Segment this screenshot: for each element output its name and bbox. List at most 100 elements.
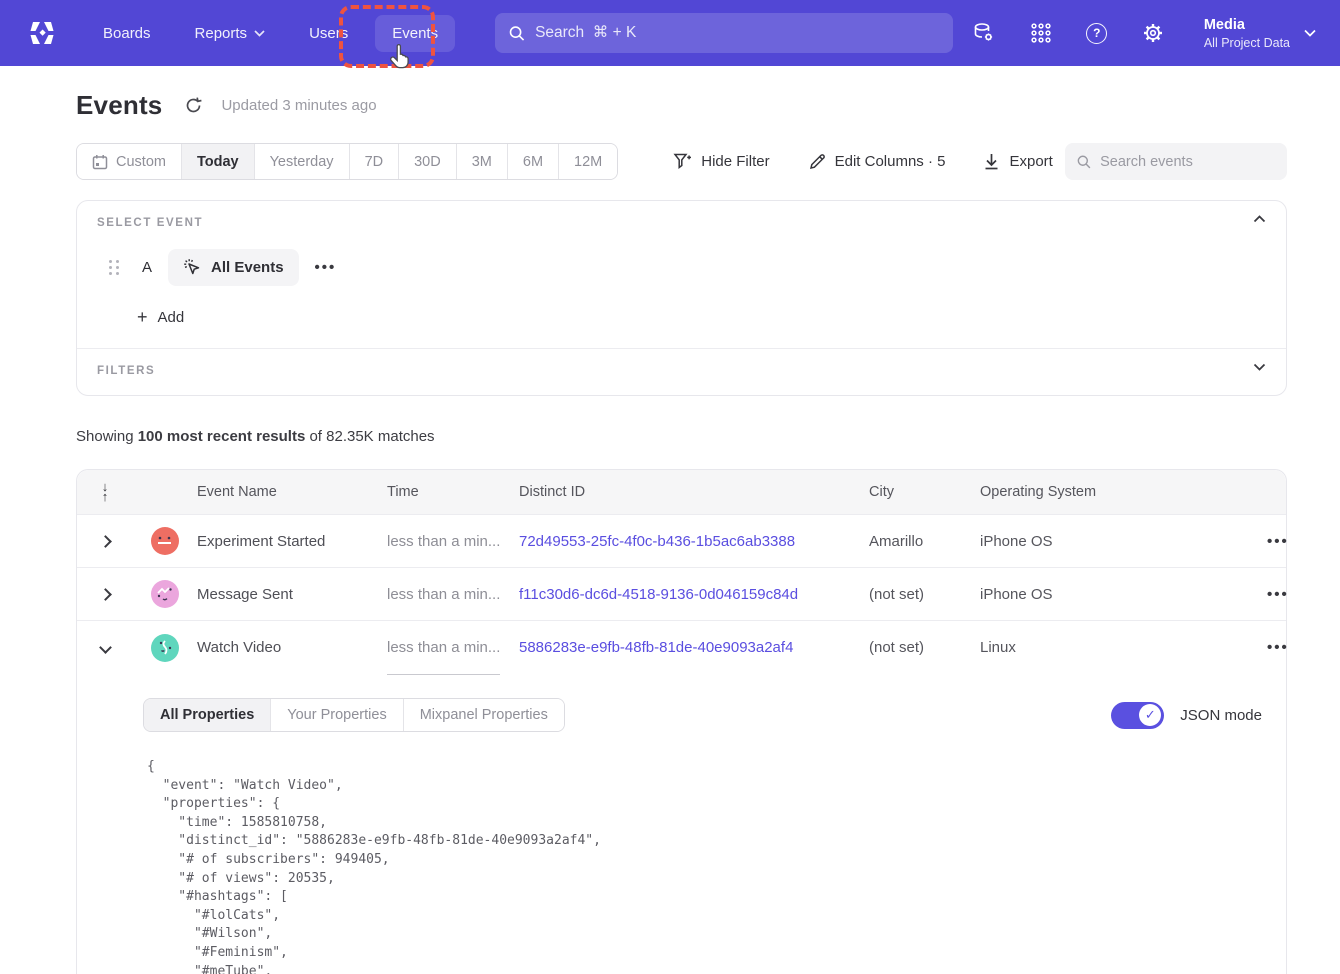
table-row[interactable]: Message Sent less than a min... f11c30d6… — [77, 568, 1286, 621]
date-range-6m[interactable]: 6M — [507, 144, 558, 179]
json-mode-toggle[interactable]: ✓ — [1111, 702, 1164, 729]
arrow-up-icon: ↑ — [102, 492, 109, 502]
filters-section: FILTERS — [77, 349, 1286, 395]
cell-os: iPhone OS — [980, 533, 1165, 550]
add-event-label: Add — [158, 309, 185, 326]
event-query-row: A All Events ••• — [109, 249, 1266, 286]
nav-item-boards[interactable]: Boards — [86, 15, 168, 52]
event-json-view: { "event": "Watch Video", "properties": … — [147, 758, 1262, 974]
nav-item-label: Users — [309, 25, 348, 42]
date-range-selector: Custom Today Yesterday 7D 30D 3M 6M 12M — [76, 143, 618, 180]
date-range-3m[interactable]: 3M — [456, 144, 507, 179]
edit-columns-label: Edit Columns · 5 — [835, 153, 946, 170]
row-menu-button[interactable]: ••• — [1267, 533, 1289, 550]
cell-distinct-id-link[interactable]: 5886283e-e9fb-48fb-81de-40e9093a2af4 — [519, 639, 869, 656]
export-button[interactable]: Export — [983, 153, 1052, 171]
question-mark-glyph: ? — [1086, 23, 1107, 44]
help-icon[interactable]: ? — [1084, 20, 1110, 46]
refresh-button[interactable] — [184, 96, 203, 115]
drag-handle-icon[interactable] — [109, 260, 120, 275]
event-detail-panel: All Properties Your Properties Mixpanel … — [76, 674, 1287, 974]
tab-mixpanel-properties[interactable]: Mixpanel Properties — [403, 699, 564, 731]
tab-your-properties[interactable]: Your Properties — [270, 699, 402, 731]
top-navigation: Boards Reports Users Events — [0, 0, 1340, 66]
date-range-today[interactable]: Today — [181, 144, 254, 179]
column-header-os: Operating System — [980, 484, 1165, 500]
avatar-face-glyph — [157, 536, 173, 546]
event-more-options-button[interactable]: ••• — [315, 259, 337, 276]
cell-event-name: Watch Video — [197, 639, 387, 656]
column-header-event-name: Event Name — [197, 484, 387, 500]
search-events-box[interactable] — [1065, 143, 1287, 180]
date-range-yesterday[interactable]: Yesterday — [254, 144, 349, 179]
cell-city: Amarillo — [869, 533, 980, 550]
global-search[interactable] — [495, 13, 953, 53]
time-cell-divider — [387, 674, 500, 675]
mixpanel-logo[interactable] — [20, 20, 64, 46]
event-selector-button[interactable]: All Events — [168, 249, 299, 286]
table-row-expanded[interactable]: Watch Video less than a min... 5886283e-… — [77, 621, 1286, 674]
project-scope: All Project Data — [1204, 35, 1290, 51]
apps-grid-icon[interactable] — [1028, 20, 1054, 46]
cell-os: Linux — [980, 639, 1165, 656]
expand-row-button[interactable] — [77, 590, 133, 599]
data-management-icon[interactable] — [972, 20, 998, 46]
date-range-7d[interactable]: 7D — [349, 144, 399, 179]
nav-item-label: Events — [392, 25, 438, 42]
chevron-right-icon — [99, 535, 112, 548]
filter-funnel-icon — [673, 152, 692, 171]
date-range-12m[interactable]: 12M — [558, 144, 617, 179]
chevron-down-icon — [1304, 29, 1316, 37]
cell-event-name: Experiment Started — [197, 533, 387, 550]
select-event-section: SELECT EVENT A — [77, 201, 1286, 348]
cell-time: less than a min... — [387, 586, 519, 603]
nav-item-label: Reports — [195, 25, 248, 42]
cell-city: (not set) — [869, 639, 980, 656]
event-row-letter: A — [142, 259, 152, 276]
expand-row-button[interactable] — [77, 537, 133, 546]
edit-columns-button[interactable]: Edit Columns · 5 — [808, 153, 946, 171]
global-search-input[interactable] — [535, 24, 939, 42]
cell-event-name: Message Sent — [197, 586, 387, 603]
tab-all-properties[interactable]: All Properties — [144, 699, 270, 731]
last-updated-text: Updated 3 minutes ago — [221, 97, 376, 114]
cell-os: iPhone OS — [980, 586, 1165, 603]
toolbar: Custom Today Yesterday 7D 30D 3M 6M 12M … — [76, 143, 1287, 180]
row-menu-button[interactable]: ••• — [1267, 639, 1289, 656]
chevron-down-icon — [254, 30, 265, 37]
search-events-input[interactable] — [1100, 154, 1275, 170]
expand-filters-button[interactable] — [1253, 363, 1266, 371]
settings-gear-icon[interactable] — [1140, 20, 1166, 46]
table-row[interactable]: Experiment Started less than a min... 72… — [77, 515, 1286, 568]
project-switcher[interactable]: Media All Project Data — [1204, 16, 1316, 51]
magic-cursor-icon — [183, 258, 202, 277]
collapse-row-button[interactable] — [77, 643, 133, 652]
collapse-section-button[interactable] — [1253, 215, 1266, 223]
primary-nav: Boards Reports Users Events — [86, 15, 455, 52]
toggle-check-icon: ✓ — [1139, 704, 1161, 726]
summary-count: 100 most recent results — [138, 428, 306, 445]
event-avatar — [151, 527, 179, 555]
add-event-button[interactable]: + Add — [137, 308, 1266, 326]
query-builder-card: SELECT EVENT A — [76, 200, 1287, 396]
avatar-face-glyph — [158, 640, 173, 655]
plus-icon: + — [137, 308, 148, 326]
cell-distinct-id-link[interactable]: 72d49553-25fc-4f0c-b436-1b5ac6ab3388 — [519, 533, 869, 550]
cell-time: less than a min... — [387, 533, 519, 550]
date-range-30d[interactable]: 30D — [398, 144, 456, 179]
nav-item-reports[interactable]: Reports — [178, 15, 283, 52]
row-menu-button[interactable]: ••• — [1267, 586, 1289, 603]
page-header: Events Updated 3 minutes ago — [76, 90, 1287, 121]
search-icon — [1077, 154, 1091, 170]
json-mode-control: ✓ JSON mode — [1111, 702, 1262, 729]
avatar-face-glyph — [157, 587, 173, 601]
column-header-time: Time — [387, 484, 519, 500]
segment-label: 6M — [523, 154, 543, 170]
nav-item-events[interactable]: Events — [375, 15, 455, 52]
nav-item-users[interactable]: Users — [292, 15, 365, 52]
cell-time: less than a min... — [387, 639, 519, 656]
cell-distinct-id-link[interactable]: f11c30d6-dc6d-4518-9136-0d046159c84d — [519, 586, 869, 603]
hide-filter-button[interactable]: Hide Filter — [673, 152, 769, 171]
collapse-all-button[interactable]: ↓ ↑ — [77, 482, 133, 502]
date-range-custom[interactable]: Custom — [77, 144, 181, 179]
